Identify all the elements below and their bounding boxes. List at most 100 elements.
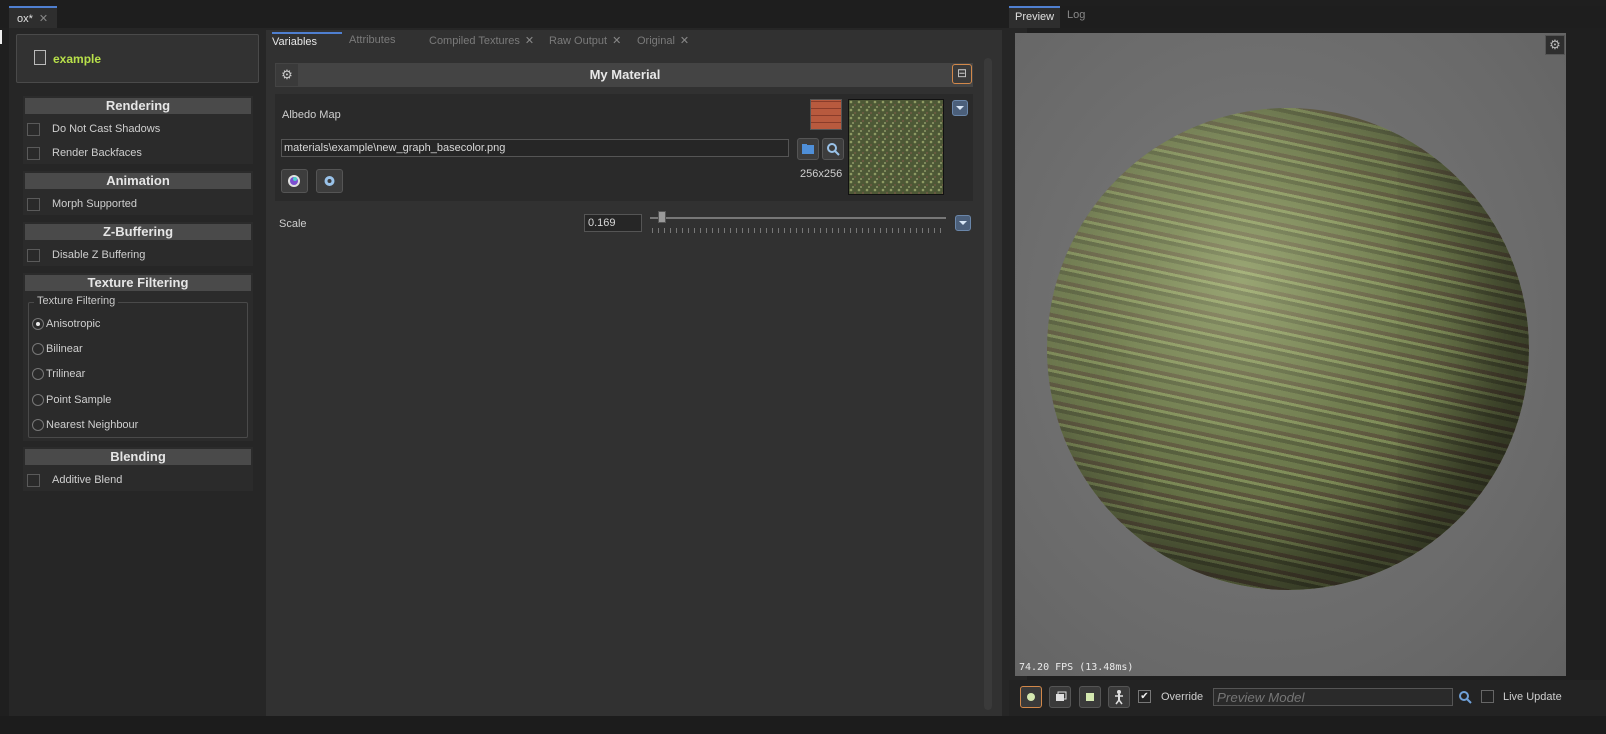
tab-log[interactable]: Log: [1061, 6, 1091, 28]
scale-slider-handle[interactable]: [658, 211, 666, 223]
radio-button[interactable]: [32, 419, 44, 431]
radio-button[interactable]: [32, 368, 44, 380]
rendering-section: Rendering Do Not Cast Shadows Render Bac…: [23, 96, 253, 164]
file-icon: [34, 50, 46, 65]
option-additive-blend[interactable]: Additive Blend: [27, 471, 122, 489]
group-title: Texture Filtering: [34, 295, 119, 307]
section-title: Rendering: [25, 98, 251, 114]
collapse-button[interactable]: ⊟: [952, 64, 972, 84]
tab-label: Raw Output: [549, 35, 608, 47]
preview-sphere: [1047, 108, 1529, 590]
magnifier-icon: [827, 143, 840, 156]
cube-model-button[interactable]: [1049, 686, 1071, 708]
override-label: Override: [1161, 691, 1204, 703]
radio-nearest-neighbour[interactable]: Nearest Neighbour: [32, 416, 138, 434]
radio-anisotropic[interactable]: Anisotropic: [32, 315, 100, 333]
tab-original[interactable]: Original ✕: [637, 34, 689, 54]
tab-label: Compiled Textures: [429, 35, 520, 47]
option-disable-z-buffering[interactable]: Disable Z Buffering: [27, 246, 145, 264]
radio-label: Trilinear: [46, 368, 86, 380]
tab-label: Preview: [1015, 11, 1055, 23]
close-icon[interactable]: ✕: [680, 35, 689, 47]
gear-icon[interactable]: ⚙: [276, 64, 298, 86]
option-label: Morph Supported: [52, 198, 137, 210]
browse-folder-button[interactable]: [797, 138, 819, 160]
option-do-not-cast-shadows[interactable]: Do Not Cast Shadows: [27, 120, 160, 138]
edge-marker: [0, 30, 2, 44]
option-label: Render Backfaces: [52, 147, 142, 159]
tab-label: Original: [637, 35, 675, 47]
material-name-box: example: [16, 34, 259, 83]
animation-section: Animation Morph Supported: [23, 171, 253, 215]
scale-label: Scale: [279, 218, 307, 230]
texture-settings-button[interactable]: [316, 169, 343, 193]
radio-button[interactable]: [32, 318, 44, 330]
tab-preview[interactable]: Preview: [1009, 6, 1061, 28]
tab-attributes[interactable]: Attributes: [349, 34, 395, 54]
cube-icon: [1056, 691, 1067, 701]
checkbox[interactable]: [27, 473, 40, 487]
close-icon[interactable]: ✕: [39, 13, 48, 25]
sphere-model-button[interactable]: [1020, 686, 1042, 708]
character-model-button[interactable]: [1108, 686, 1130, 708]
status-bar: [0, 716, 1606, 734]
checkbox[interactable]: [27, 146, 40, 160]
section-title: Blending: [25, 449, 251, 465]
live-update-label: Live Update: [1503, 691, 1562, 703]
radio-button[interactable]: [32, 394, 44, 406]
material-name: example: [53, 52, 102, 66]
texture-path-input[interactable]: materials\example\new_graph_basecolor.pn…: [281, 139, 789, 157]
tab-raw-output[interactable]: Raw Output ✕: [549, 34, 621, 54]
zbuffering-section: Z-Buffering Disable Z Buffering: [23, 222, 253, 266]
option-morph-supported[interactable]: Morph Supported: [27, 195, 137, 213]
option-label: Disable Z Buffering: [52, 249, 146, 261]
albedo-expand-button[interactable]: [952, 100, 968, 116]
plane-model-button[interactable]: [1079, 686, 1101, 708]
tab-label: Attributes: [349, 34, 396, 46]
vertical-scrollbar[interactable]: [984, 58, 992, 710]
option-render-backfaces[interactable]: Render Backfaces: [27, 144, 142, 162]
square-icon: [1086, 693, 1094, 701]
texture-size: 256x256: [800, 168, 843, 180]
radio-button[interactable]: [32, 343, 44, 355]
gear-icon[interactable]: ⚙: [1545, 35, 1565, 55]
albedo-texture-preview[interactable]: [848, 99, 944, 195]
search-icon[interactable]: [1456, 688, 1474, 706]
document-tab-label: ox*: [17, 13, 33, 25]
locate-texture-button[interactable]: [822, 138, 844, 160]
scale-slider-ticks: [652, 228, 942, 233]
document-tab[interactable]: ox* ✕: [9, 6, 57, 28]
chevron-down-icon: [959, 221, 967, 225]
folder-icon: [802, 144, 814, 154]
checkbox[interactable]: [27, 197, 40, 211]
radio-trilinear[interactable]: Trilinear: [32, 365, 85, 383]
scale-input[interactable]: 0.169: [584, 214, 642, 232]
person-icon: [1115, 690, 1123, 705]
preview-model-input[interactable]: [1213, 688, 1453, 706]
override-checkbox[interactable]: ✔: [1138, 690, 1151, 703]
checkbox[interactable]: [27, 122, 40, 136]
radio-label: Anisotropic: [46, 318, 101, 330]
fps-readout: 74.20 FPS (13.48ms): [1019, 662, 1134, 673]
tab-compiled-textures[interactable]: Compiled Textures ✕: [429, 34, 534, 54]
section-title: Texture Filtering: [25, 275, 251, 291]
chevron-down-icon: [956, 106, 964, 110]
scale-slider-track[interactable]: [650, 217, 946, 219]
option-label: Do Not Cast Shadows: [52, 123, 161, 135]
brick-texture-thumbnail[interactable]: [810, 99, 842, 130]
close-icon[interactable]: ✕: [525, 35, 534, 47]
scale-expand-button[interactable]: [955, 215, 971, 231]
radio-label: Nearest Neighbour: [46, 419, 139, 431]
preview-tab-bar: Preview Log: [1009, 6, 1606, 28]
channel-picker-button[interactable]: [281, 169, 308, 193]
live-update-checkbox[interactable]: [1481, 690, 1494, 703]
radio-label: Point Sample: [46, 394, 112, 406]
radio-point-sample[interactable]: Point Sample: [32, 391, 111, 409]
tab-variables[interactable]: Variables: [272, 32, 342, 56]
checkbox[interactable]: [27, 248, 40, 262]
close-icon[interactable]: ✕: [612, 35, 621, 47]
radio-bilinear[interactable]: Bilinear: [32, 340, 83, 358]
gear-icon: [324, 176, 335, 186]
grass-texture: [849, 100, 943, 194]
option-label: Additive Blend: [52, 474, 123, 486]
